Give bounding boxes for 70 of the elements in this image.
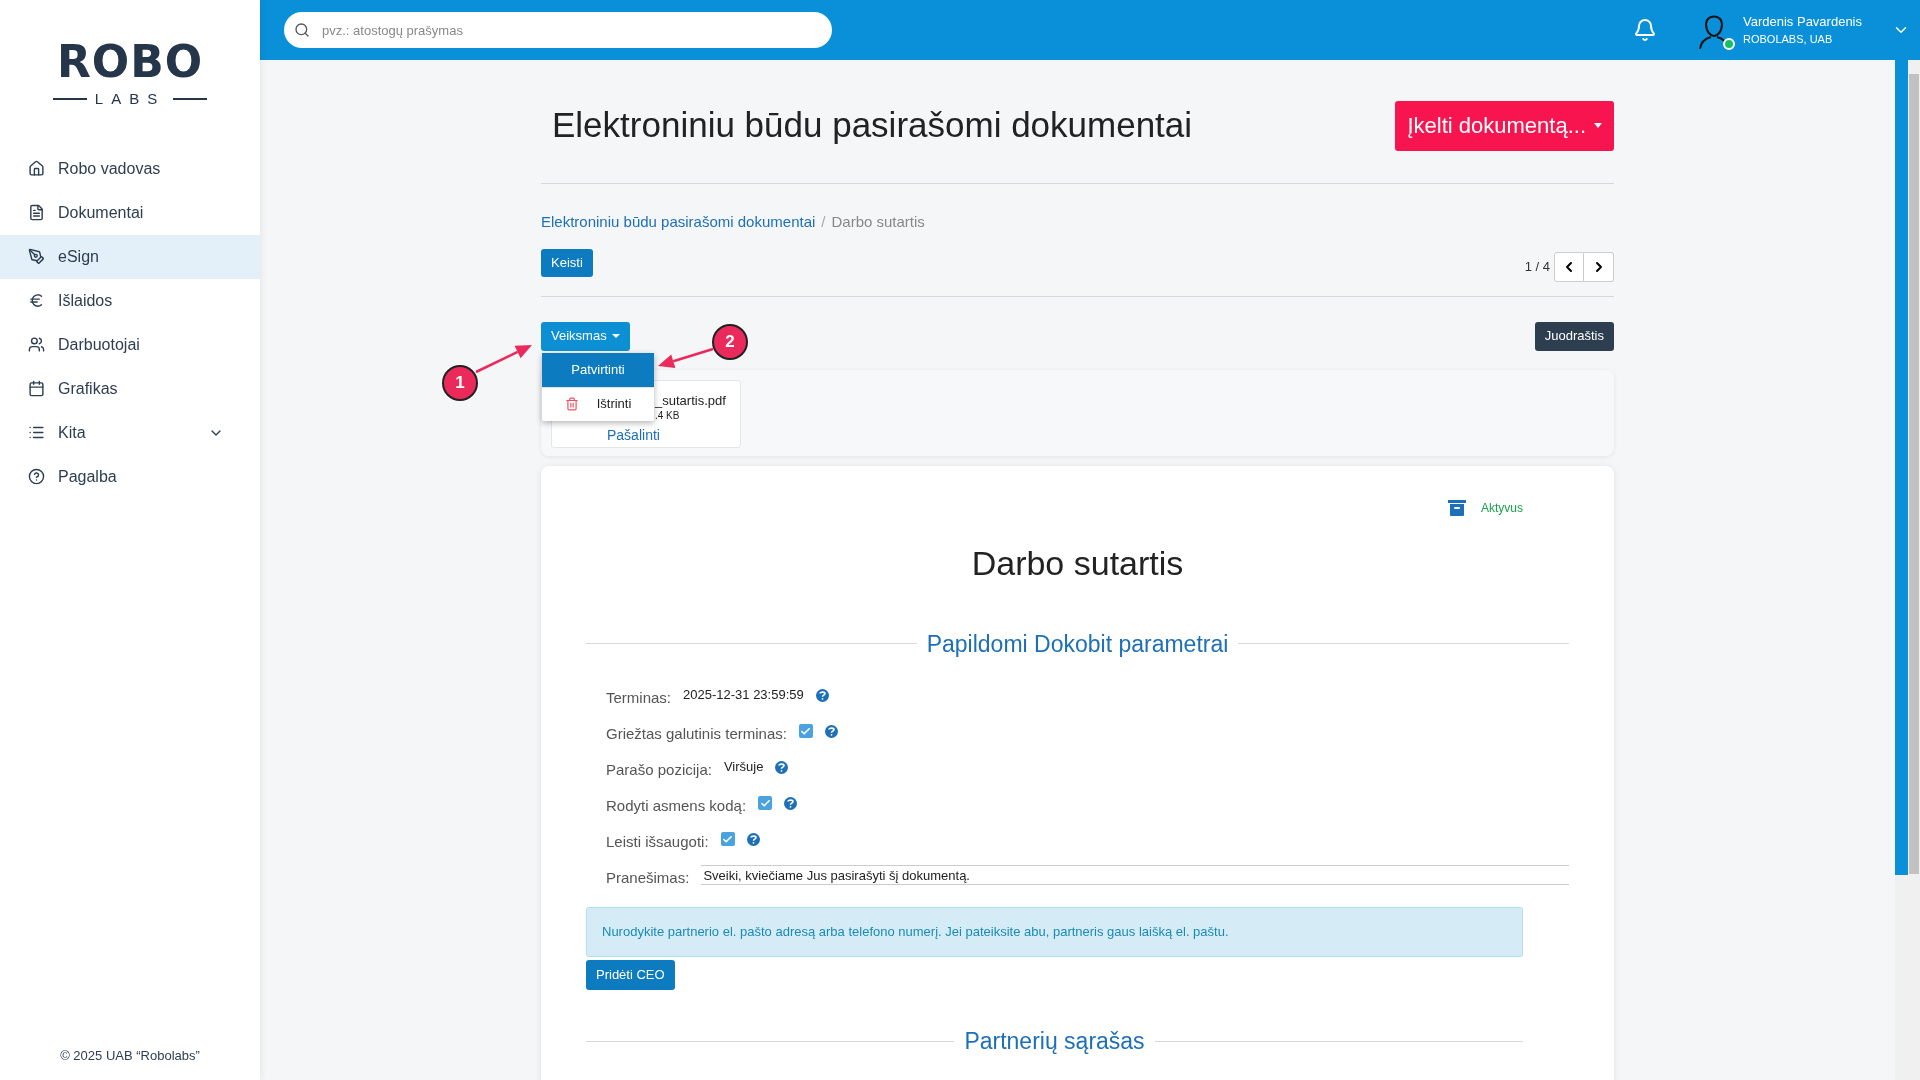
section-title: Partnerių sąrašas	[964, 1027, 1145, 1056]
draft-status-button[interactable]: Juodraštis	[1534, 321, 1614, 351]
help-icon[interactable]	[824, 724, 838, 738]
checkbox[interactable]	[758, 796, 773, 810]
field-label: Terminas:	[606, 687, 672, 708]
field-label: Rodyti asmens kodą:	[606, 795, 747, 816]
field-label: Griežtas galutinis terminas:	[606, 723, 787, 744]
checkbox[interactable]	[798, 724, 813, 738]
field-label: Leisti išsaugoti:	[606, 831, 709, 852]
file-name: _sutartis.pdf	[655, 392, 727, 409]
info-alert: Nurodykite partnerio el. pašto adresą arba telefono numerį. Jei pateiksite abu, partneris gaus laišką el. paštu.	[586, 907, 1523, 957]
help-icon[interactable]	[815, 688, 829, 702]
sidebar-item[interactable]: Dokumentai	[0, 190, 260, 235]
scrollbar[interactable]	[1895, 60, 1908, 1080]
step-marker: 1	[442, 365, 478, 401]
arrow	[475, 345, 532, 374]
breadcrumb-link[interactable]: Elektroniniu būdu pasirašomi dokumentai	[541, 211, 816, 234]
field-label: Parašo pozicija:	[606, 759, 712, 780]
search-icon	[294, 22, 310, 38]
logo[interactable]: ROBO LABS	[52, 40, 208, 111]
status-label: Aktyvus	[1481, 499, 1523, 517]
menu-item[interactable]: Patvirtinti	[542, 352, 654, 387]
people-icon	[28, 336, 45, 353]
sidebar-item[interactable]: Išlaidos	[0, 278, 260, 323]
step-marker: 2	[712, 324, 748, 360]
help-icon[interactable]	[775, 760, 789, 774]
sidebar-item[interactable]: Pagalba	[0, 454, 260, 499]
caret-icon	[1594, 123, 1602, 128]
sidebar-item[interactable]: Kita	[0, 410, 260, 455]
document-title: Darbo sutartis	[970, 542, 1185, 584]
add-ceo-button[interactable]: Pridėti CEO	[586, 960, 675, 990]
arrow	[658, 347, 714, 368]
section-title: Papildomi Dokobit parametrai	[926, 629, 1229, 659]
field-value: 2025-12-31 23:59:59	[683, 686, 804, 705]
company-name: ROBOLABS, UAB	[1743, 32, 1834, 47]
caret-icon	[611, 334, 620, 338]
search-field[interactable]: pvz.: atostogų prašymas	[284, 12, 832, 48]
breadcrumb-separator: /	[821, 212, 826, 232]
sidebar-item[interactable]: Robo vadovas	[0, 146, 260, 191]
message-field[interactable]: Sveiki, kviečiame Jus pasirašyti šį dokumentą.	[701, 865, 1569, 885]
home-icon	[28, 160, 45, 177]
previous-button[interactable]	[1554, 251, 1584, 282]
notification-bell-icon[interactable]	[1633, 18, 1657, 42]
breadcrumb-current: Darbo sutartis	[831, 212, 925, 232]
page-title: Elektroniniu būdu pasirašomi dokumentai	[552, 104, 1193, 147]
edit-button[interactable]: Keisti	[541, 248, 593, 277]
field-value: Viršuje	[723, 758, 764, 777]
calendar-icon	[28, 380, 45, 397]
help-icon[interactable]	[746, 832, 760, 846]
remove-link[interactable]: Pašalinti	[607, 424, 740, 446]
sidebar-item[interactable]: eSign	[0, 234, 260, 279]
next-button[interactable]	[1584, 251, 1614, 282]
sidebar-item[interactable]: Grafikas	[0, 366, 260, 411]
euro-icon	[28, 292, 45, 309]
pen-icon	[28, 248, 45, 265]
upload-document-button[interactable]: Įkelti dokumentą...	[1395, 100, 1614, 151]
user-name: Vardenis Pavardenis	[1743, 13, 1862, 31]
sidebar-item[interactable]: Darbuotojai	[0, 322, 260, 367]
list-icon	[28, 424, 45, 441]
file-size: .4 KB	[655, 408, 681, 423]
document-icon	[28, 204, 45, 221]
help-icon	[28, 468, 45, 485]
scrollbar[interactable]	[1908, 60, 1920, 1080]
copyright: © 2025 UAB “Robolabs”	[59, 1046, 201, 1065]
trash-icon	[564, 397, 579, 411]
help-icon[interactable]	[784, 796, 798, 810]
field-label: Pranešimas:	[606, 867, 690, 888]
page-counter: 1 / 4	[1524, 257, 1550, 276]
actions-dropdown-button[interactable]: Veiksmas	[541, 321, 630, 351]
checkbox[interactable]	[720, 832, 735, 846]
